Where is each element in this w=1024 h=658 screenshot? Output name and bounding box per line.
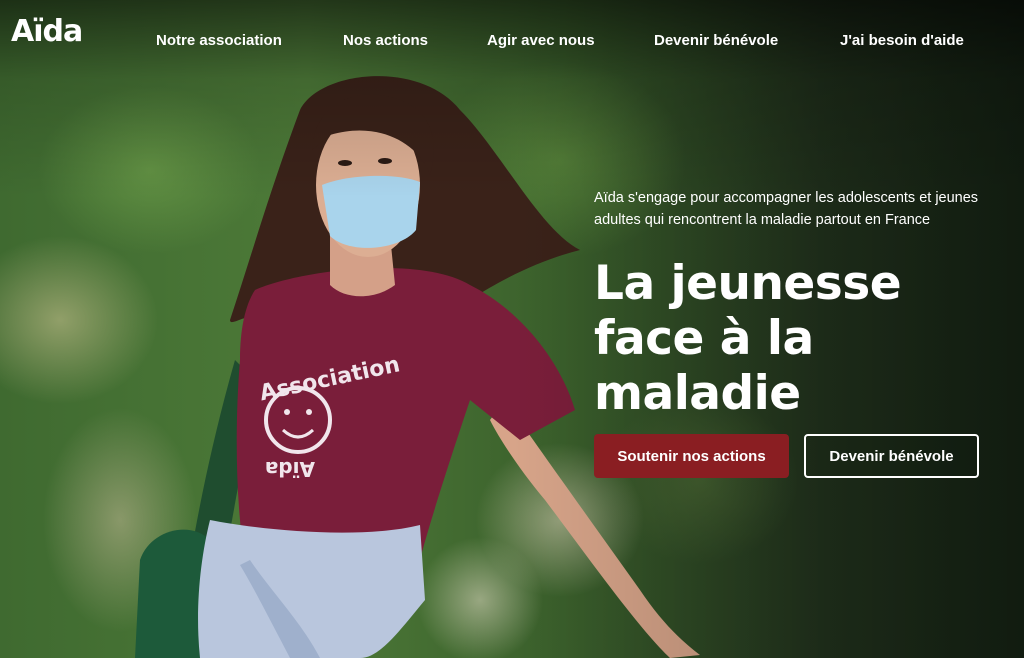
become-volunteer-button[interactable]: Devenir bénévole bbox=[804, 434, 979, 478]
nav-item-notre-association[interactable]: Notre association bbox=[156, 32, 282, 49]
hero-headline: La jeunesse face à la maladie bbox=[594, 256, 902, 421]
nav-item-besoin-aide[interactable]: J'ai besoin d'aide bbox=[840, 32, 964, 49]
nav-item-agir-avec-nous[interactable]: Agir avec nous bbox=[487, 32, 595, 49]
top-navigation: Aïda Notre association Nos actions Agir … bbox=[0, 0, 1024, 80]
aida-logo[interactable]: Aïda bbox=[11, 14, 83, 49]
support-actions-button[interactable]: Soutenir nos actions bbox=[594, 434, 789, 478]
nav-item-devenir-benevole[interactable]: Devenir bénévole bbox=[654, 32, 778, 49]
hero-intro-text: Aïda s'engage pour accompagner les adole… bbox=[594, 190, 979, 228]
nav-item-nos-actions[interactable]: Nos actions bbox=[343, 32, 428, 49]
